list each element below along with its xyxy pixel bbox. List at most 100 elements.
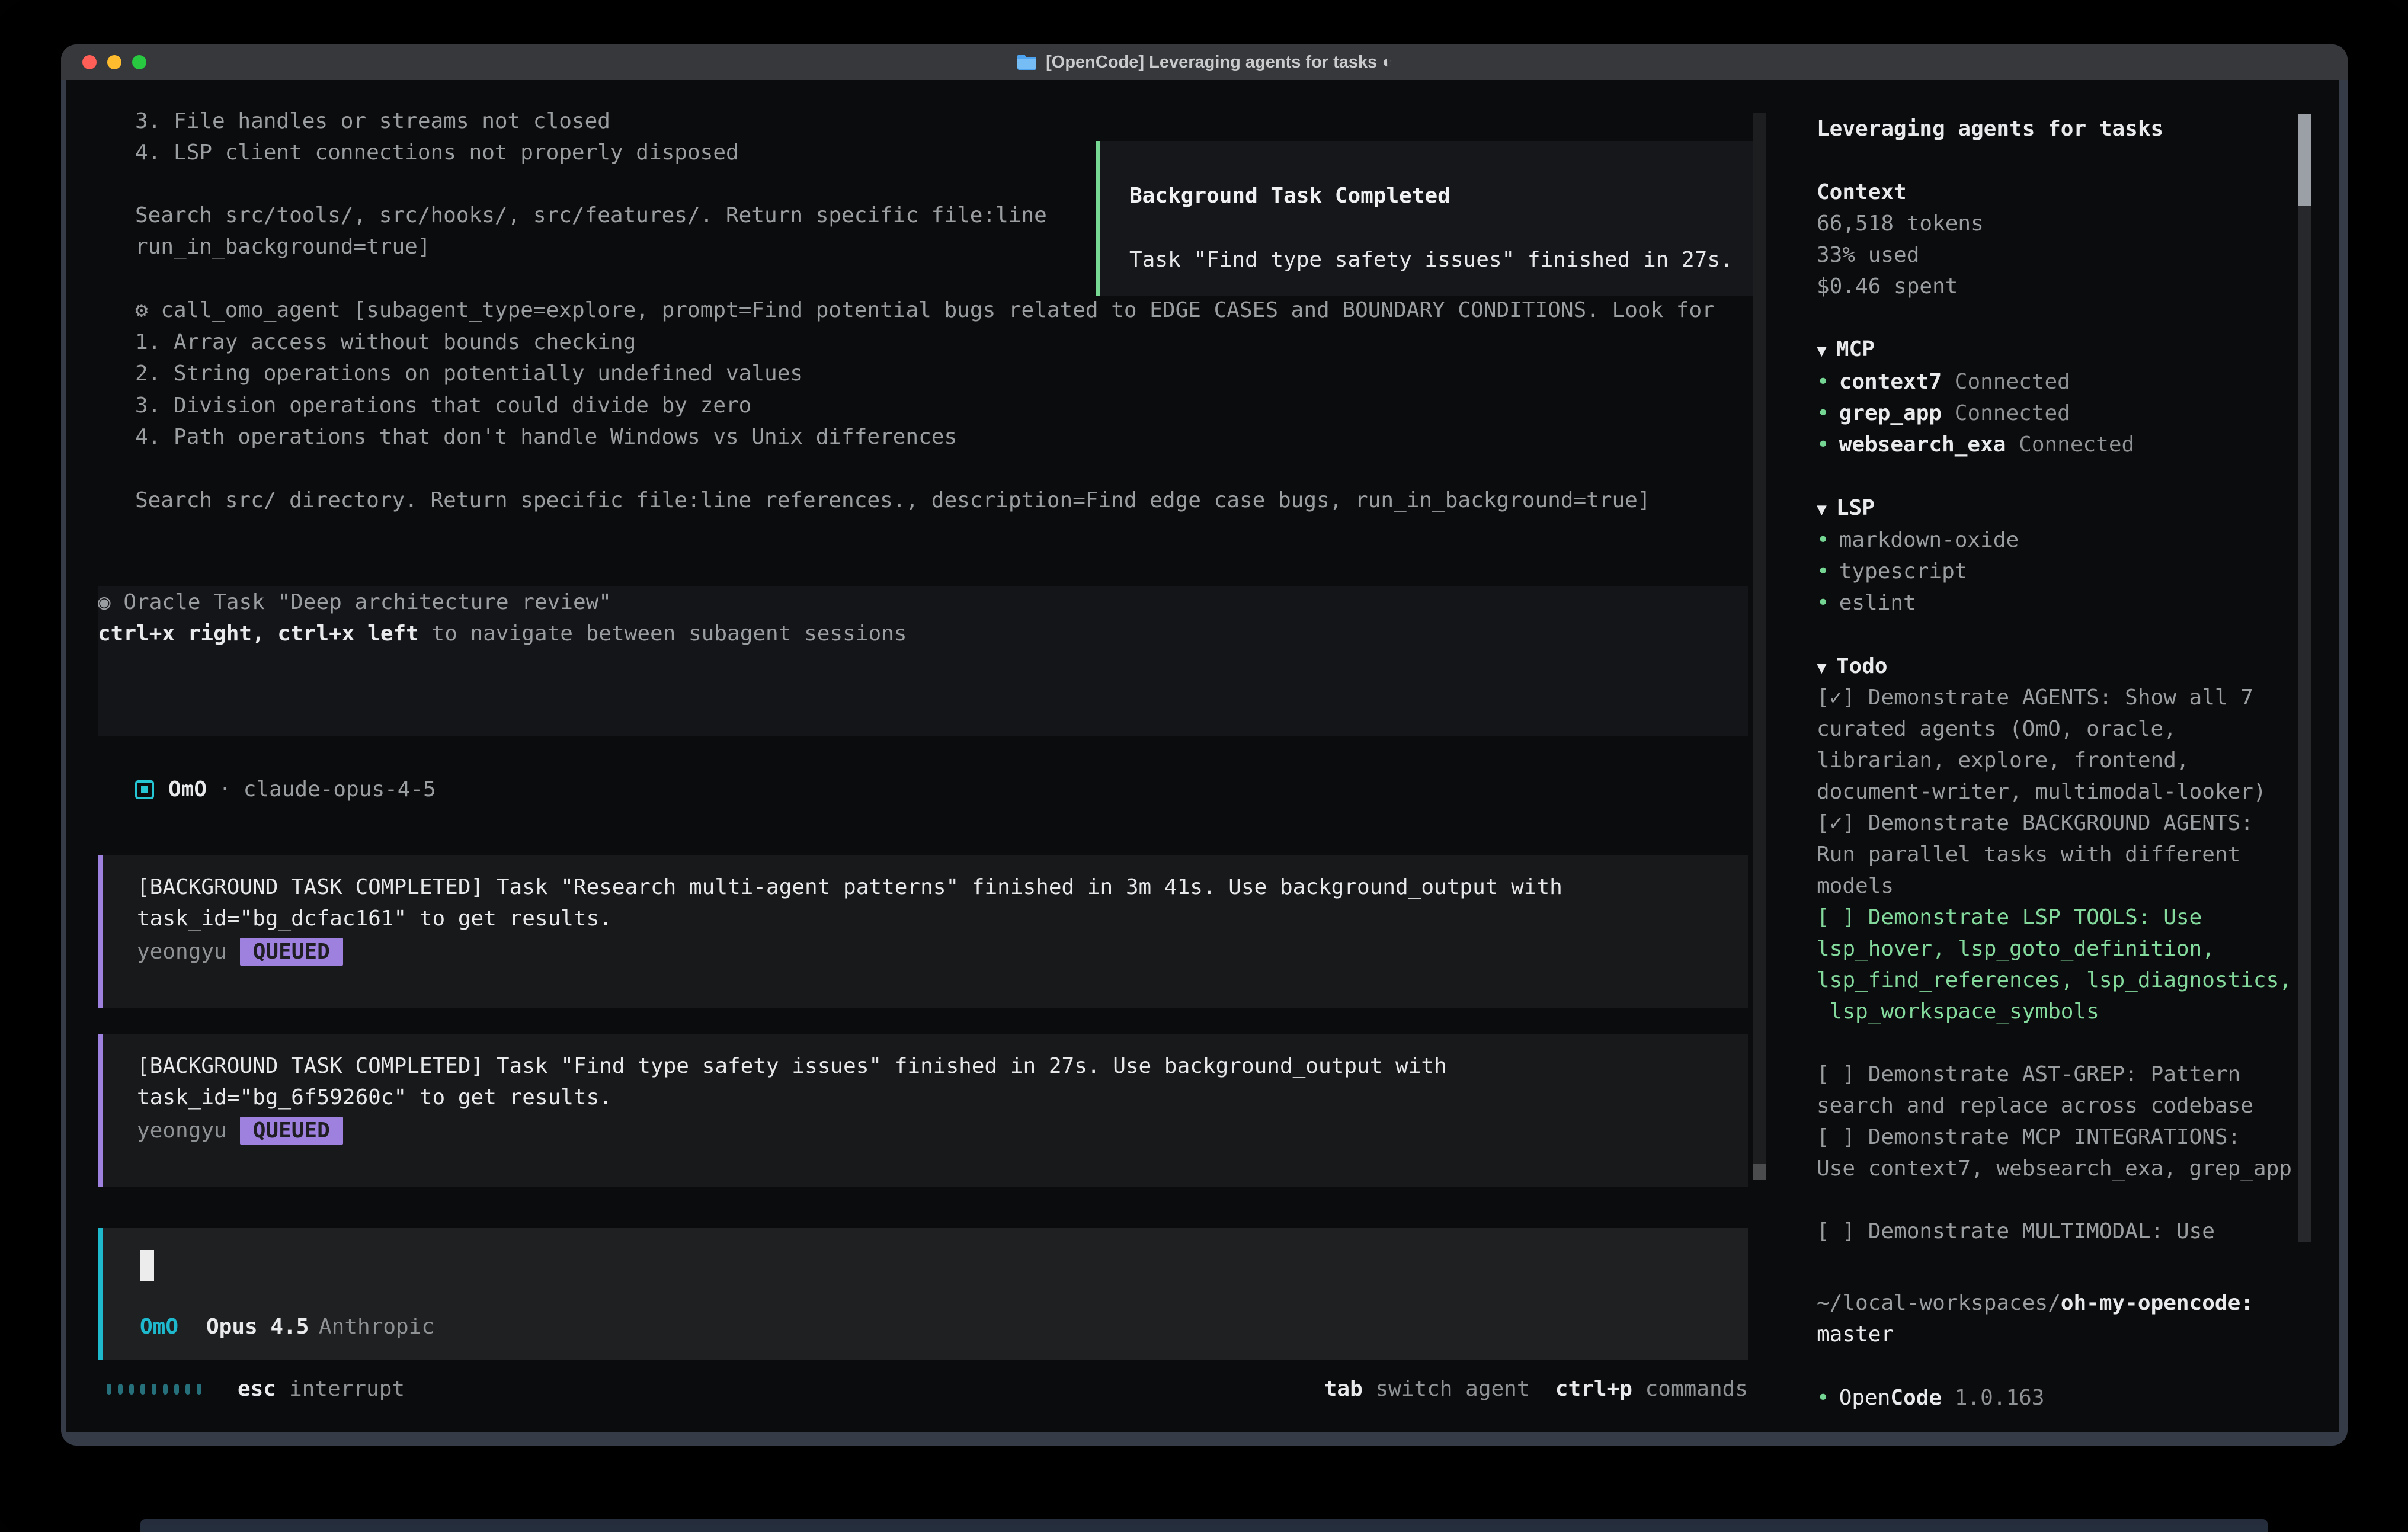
chevron-down-icon: ▼ xyxy=(1817,658,1827,677)
zoom-button[interactable] xyxy=(132,55,146,69)
mcp-section-header[interactable]: ▼MCP xyxy=(1817,334,1875,366)
notification-toast: Background Task Completed Task "Find typ… xyxy=(1096,141,1759,296)
window-title-text: [OpenCode] Leveraging agents for tasks ◐ xyxy=(1046,53,1392,72)
esc-key-label: interrupt xyxy=(289,1373,405,1405)
agent-name: OmO xyxy=(168,774,207,805)
todo-line: librarian, explore, frontend, xyxy=(1817,745,2189,776)
todo-line: Use context7, websearch_exa, grep_app xyxy=(1817,1153,2292,1184)
traffic-lights xyxy=(82,55,146,69)
bullet-icon: • xyxy=(1817,432,1830,457)
notification-body: Task "Find type safety issues" finished … xyxy=(1129,244,1733,275)
oracle-task-title: ◉ Oracle Task "Deep architecture review" xyxy=(98,586,1748,618)
context-heading: Context xyxy=(1817,177,1907,208)
app-version: 1.0.163 xyxy=(1942,1386,2044,1410)
titlebar[interactable]: [OpenCode] Leveraging agents for tasks ◐ xyxy=(61,44,2348,80)
session-title: Leveraging agents for tasks xyxy=(1817,113,2163,145)
todo-line: Run parallel tasks with different xyxy=(1817,839,2240,870)
todo-line: [ ] Demonstrate AST-GREP: Pattern xyxy=(1817,1059,2240,1090)
context-tokens: 66,518 tokens xyxy=(1817,208,1984,239)
bullet-icon: • xyxy=(1817,401,1830,425)
tab-key-label: switch agent xyxy=(1363,1373,1530,1405)
todo-line: [✓] Demonstrate AGENTS: Show all 7 xyxy=(1817,682,2253,713)
context-used: 33% used xyxy=(1817,239,1919,271)
chat-scrollbar-thumb[interactable] xyxy=(1753,1164,1766,1180)
mcp-item: •grep_app Connected xyxy=(1817,398,2070,429)
todo-line-active: lsp_find_references, lsp_diagnostics, xyxy=(1817,964,2292,996)
context-spent: $0.46 spent xyxy=(1817,271,1958,302)
lsp-item: •eslint xyxy=(1817,587,1916,618)
chat-scrollbar-track[interactable] xyxy=(1753,113,1766,1180)
tool-call-line: 4. Path operations that don't handle Win… xyxy=(135,421,957,453)
record-icon: ◉ xyxy=(98,590,111,614)
bullet-icon: • xyxy=(1817,1386,1830,1410)
oracle-task-hint: ctrl+x right, ctrl+x left to navigate be… xyxy=(98,618,1748,649)
todo-line-active: lsp_workspace_symbols xyxy=(1817,996,2099,1027)
agent-model: claude-opus-4-5 xyxy=(244,774,436,805)
message-line: task_id="bg_dcfac161" to get results. xyxy=(137,906,612,931)
agent-square-icon xyxy=(135,780,154,799)
message-line: task_id="bg_6f59260c" to get results. xyxy=(137,1085,612,1110)
tool-call-line: ⚙ call_omo_agent [subagent_type=explore,… xyxy=(135,294,1715,326)
lsp-item: •markdown-oxide xyxy=(1817,524,2019,556)
tool-call-line: 1. Array access without bounds checking xyxy=(135,326,636,358)
tool-call-line: 3. Division operations that could divide… xyxy=(135,390,751,421)
status-badge: QUEUED xyxy=(240,1117,343,1145)
terminal-window: [OpenCode] Leveraging agents for tasks ◐… xyxy=(61,44,2348,1446)
todo-line: [ ] Demonstrate MCP INTEGRATIONS: xyxy=(1817,1121,2240,1153)
shortcut-keys: ctrl+x right, ctrl+x left xyxy=(98,621,419,646)
bullet-icon: • xyxy=(1817,559,1830,584)
ctrlp-key-hint: ctrl+p xyxy=(1530,1373,1632,1405)
app-name: Open xyxy=(1839,1386,1891,1410)
lsp-item: •typescript xyxy=(1817,556,1967,587)
bullet-icon: • xyxy=(1817,370,1830,394)
todo-line: [ ] Demonstrate MULTIMODAL: Use xyxy=(1817,1216,2215,1247)
workspace-path: ~/local-workspaces/oh-my-opencode: xyxy=(1817,1287,2253,1319)
progress-dots-icon xyxy=(107,1384,201,1395)
transcript-line: 3. File handles or streams not closed xyxy=(135,105,610,137)
esc-key-hint: esc xyxy=(238,1373,276,1405)
todo-line: [✓] Demonstrate BACKGROUND AGENTS: xyxy=(1817,807,2253,839)
input-agent-name: OmO xyxy=(140,1311,178,1342)
separator-dot: · xyxy=(219,774,232,805)
bullet-icon: • xyxy=(1817,591,1830,615)
prompt-input[interactable]: OmO Opus 4.5 Anthropic xyxy=(98,1228,1748,1360)
chevron-down-icon: ▼ xyxy=(1817,499,1827,519)
oracle-task-box: ◉ Oracle Task "Deep architecture review"… xyxy=(98,586,1748,736)
notification-title: Background Task Completed xyxy=(1129,180,1450,211)
transcript-line: 4. LSP client connections not properly d… xyxy=(135,137,739,168)
mcp-status: Connected xyxy=(1955,401,2070,425)
message-line: [BACKGROUND TASK COMPLETED] Task "Resear… xyxy=(137,875,1562,899)
input-model-name: Opus 4.5 xyxy=(206,1311,309,1342)
sidebar-scrollbar-track[interactable] xyxy=(2298,114,2311,1242)
mcp-status: Connected xyxy=(2019,432,2134,457)
minimize-button[interactable] xyxy=(107,55,121,69)
sidebar: Leveraging agents for tasks Context 66,5… xyxy=(1817,80,2298,1432)
close-button[interactable] xyxy=(82,55,97,69)
transcript-line: Search src/tools/, src/hooks/, src/featu… xyxy=(135,200,1047,231)
todo-section-header[interactable]: ▼Todo xyxy=(1817,650,1888,683)
mcp-item: •websearch_exa Connected xyxy=(1817,429,2134,460)
tool-call-line: 2. String operations on potentially unde… xyxy=(135,358,803,389)
message-author: yeongyu xyxy=(137,936,227,967)
todo-line-active: [ ] Demonstrate LSP TOOLS: Use xyxy=(1817,902,2202,933)
text-cursor xyxy=(140,1250,154,1281)
terminal-content: 3. File handles or streams not closed 4.… xyxy=(66,80,2339,1432)
version-line: •OpenCode 1.0.163 xyxy=(1817,1382,2044,1414)
mcp-status: Connected xyxy=(1955,370,2070,394)
tool-call-line: Search src/ directory. Return specific f… xyxy=(135,485,1651,516)
window-title: [OpenCode] Leveraging agents for tasks ◐ xyxy=(1016,53,1392,72)
lsp-section-header[interactable]: ▼LSP xyxy=(1817,492,1875,525)
mcp-item: •context7 Connected xyxy=(1817,366,2070,398)
todo-line: models xyxy=(1817,870,1894,902)
tool-call-head: call_omo_agent [subagent_type=explore, p… xyxy=(161,298,1715,322)
input-provider: Anthropic xyxy=(319,1311,434,1342)
chevron-down-icon: ▼ xyxy=(1817,341,1827,360)
status-badge: QUEUED xyxy=(240,938,343,966)
sidebar-scrollbar-thumb[interactable] xyxy=(2298,114,2311,206)
folder-icon xyxy=(1016,53,1038,71)
background-task-message: [BACKGROUND TASK COMPLETED] Task "Resear… xyxy=(98,855,1748,1008)
todo-line: document-writer, multimodal-looker) xyxy=(1817,776,2266,807)
bullet-icon: • xyxy=(1817,528,1830,552)
agent-header: OmO · claude-opus-4-5 xyxy=(135,774,436,805)
todo-line-active: lsp_hover, lsp_goto_definition, xyxy=(1817,933,2215,964)
